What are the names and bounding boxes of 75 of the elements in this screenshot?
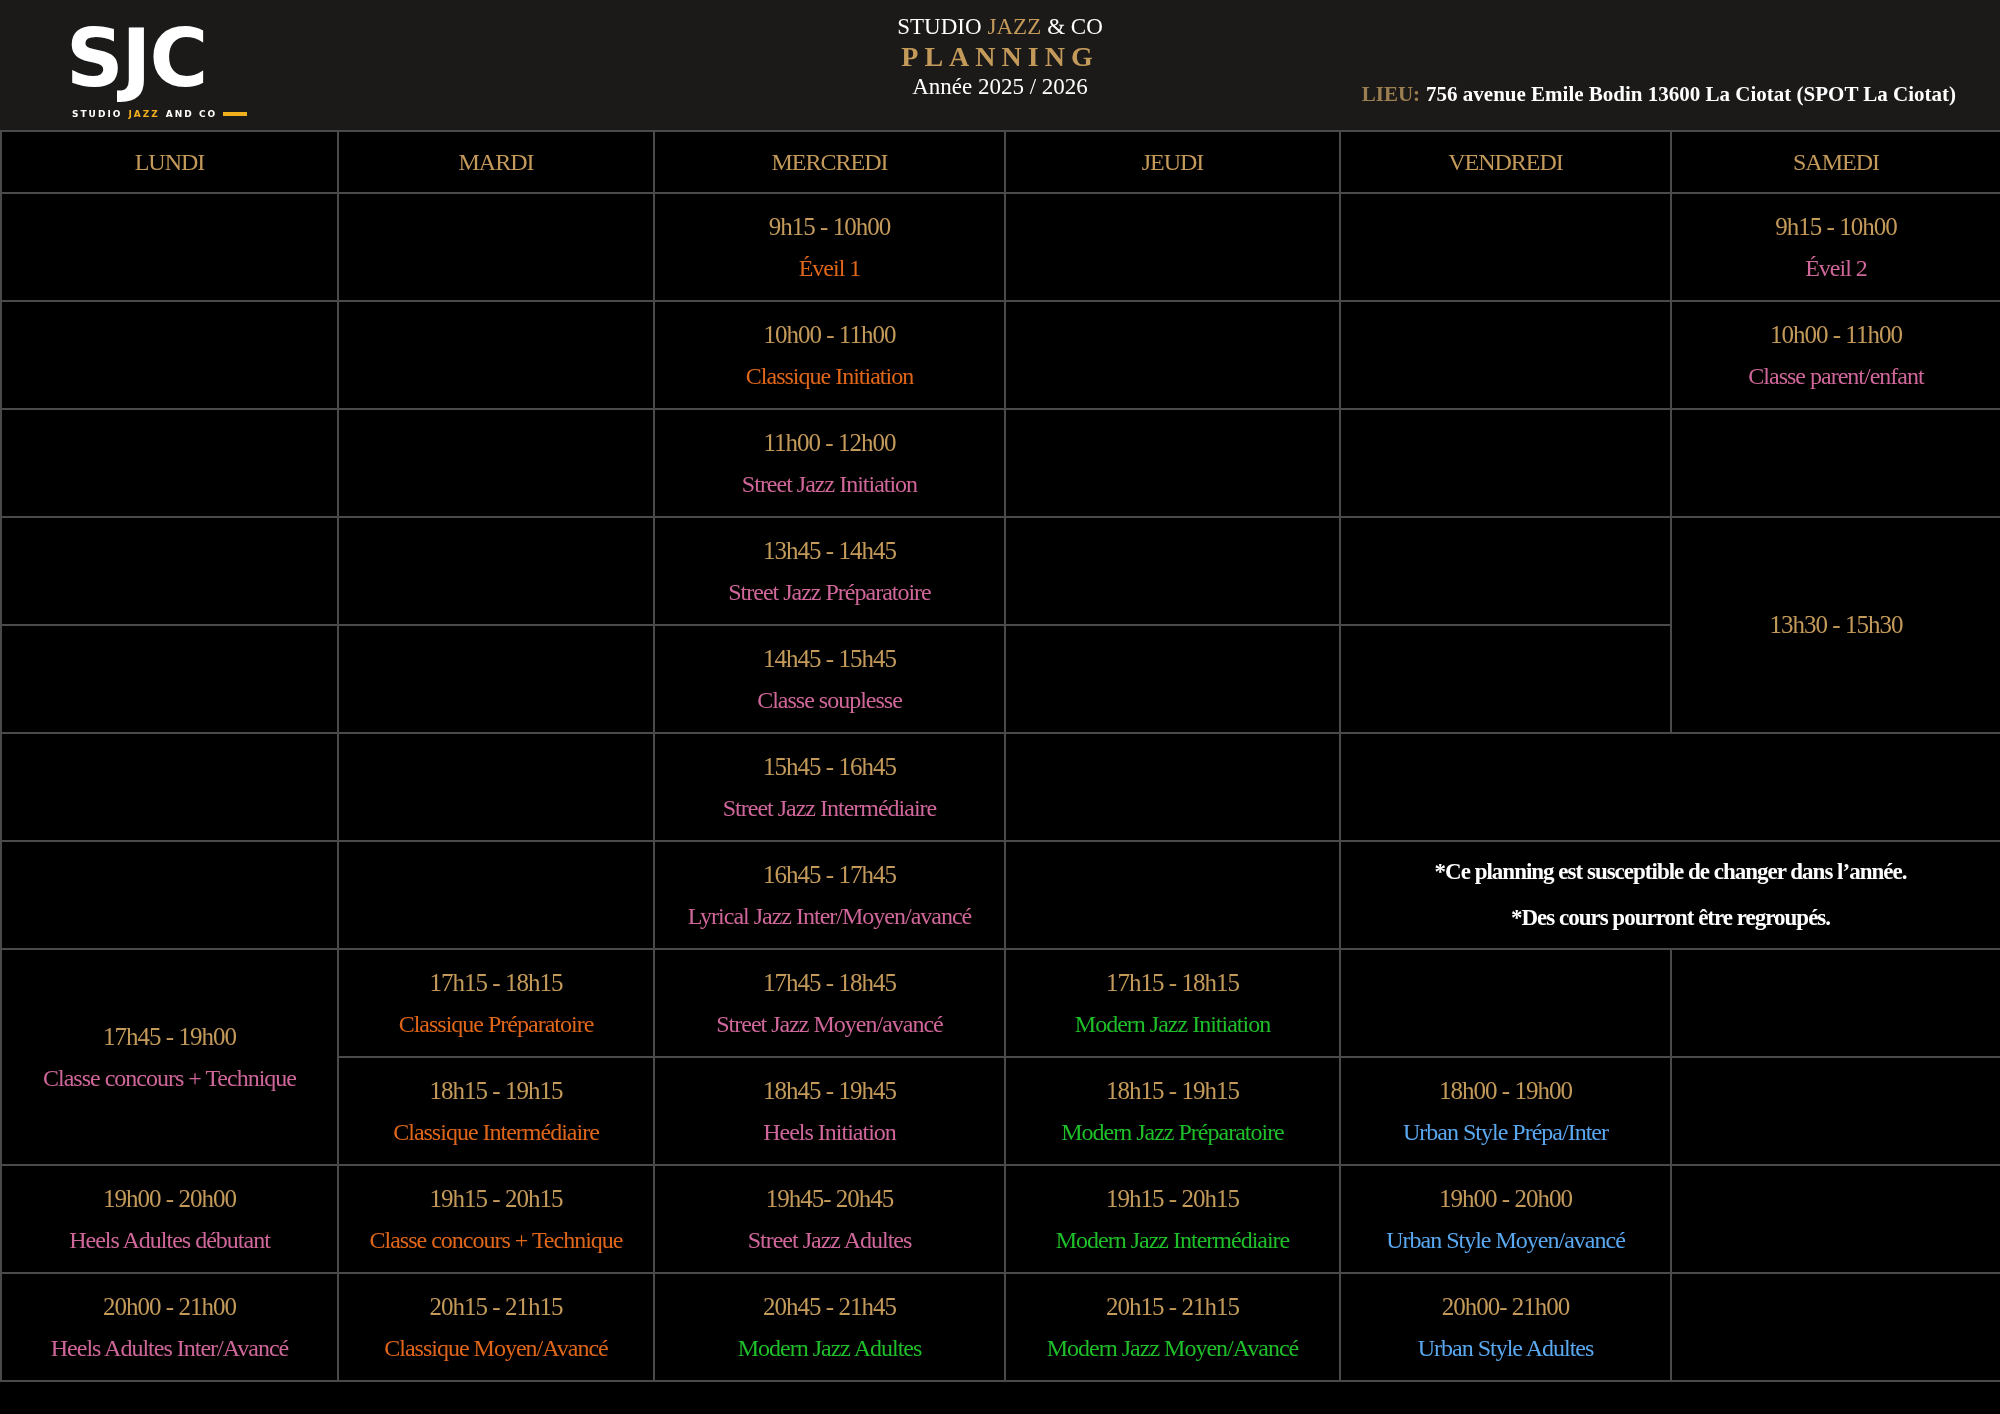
class-time: 13h30 - 15h30: [1769, 611, 1903, 638]
class-name: Street Jazz Initiation: [741, 470, 918, 498]
schedule-note: *Des cours pourront être regroupés.: [1509, 904, 1832, 932]
class-time: 19h15 - 20h15: [428, 1184, 564, 1213]
class-name: Éveil 1: [798, 254, 861, 282]
class-name: Heels Adultes débutant: [69, 1226, 270, 1254]
class-name: Classe concours + Technique: [369, 1226, 623, 1254]
class-time: 20h15 - 21h15: [428, 1292, 564, 1321]
day-header: MARDI: [338, 131, 654, 193]
class-name: Heels Initiation: [763, 1118, 896, 1146]
class-name: Classique Moyen/Avancé: [384, 1334, 608, 1362]
planning-heading: PLANNING: [901, 40, 1099, 74]
class-name: Street Jazz Préparatoire: [728, 578, 931, 606]
class-name: Classe souplesse: [757, 686, 902, 714]
class-time: 17h45 - 18h45: [762, 968, 897, 997]
class-time: 17h15 - 18h15: [1105, 968, 1240, 997]
logo-tagline-word: STUDIO: [72, 108, 123, 119]
class-time: 13h45 - 14h45: [762, 536, 897, 565]
class-name: Modern Jazz Adultes: [737, 1334, 922, 1362]
class-name: Lyrical Jazz Inter/Moyen/avancé: [687, 902, 972, 930]
class-name: Urban Style Adultes: [1417, 1334, 1594, 1362]
day-header: LUNDI: [1, 131, 338, 193]
day-header: JEUDI: [1005, 131, 1340, 193]
class-name: Éveil 2: [1805, 254, 1867, 282]
studio-title-word: JAZZ: [987, 14, 1042, 40]
class-name: Street Jazz Moyen/avancé: [716, 1010, 943, 1038]
day-header: SAMEDI: [1671, 131, 2000, 193]
logo-underline: [223, 111, 248, 116]
class-time: 17h45 - 19h00: [102, 1022, 237, 1051]
class-name: Urban Style Moyen/avancé: [1386, 1226, 1625, 1254]
class-name: Classique Intermédiaire: [393, 1118, 599, 1146]
location-label: LIEU:: [1361, 82, 1421, 107]
class-time: 18h15 - 19h15: [1105, 1076, 1240, 1105]
season-year: Année 2025 / 2026: [912, 74, 1088, 100]
day-header: VENDREDI: [1340, 131, 1671, 193]
class-time: 20h00 - 21h00: [102, 1292, 237, 1321]
class-time: 16h45 - 17h45: [762, 860, 897, 889]
class-name: Modern Jazz Intermédiaire: [1055, 1226, 1290, 1254]
class-time: 20h00- 21h00: [1440, 1292, 1571, 1321]
class-name: Classique Initiation: [745, 362, 914, 390]
studio-title-word: & CO: [1047, 14, 1103, 40]
class-time: 10h00 - 11h00: [1769, 320, 1903, 349]
studio-title-word: STUDIO: [897, 14, 982, 40]
class-name: Urban Style Prépa/Inter: [1403, 1118, 1608, 1146]
class-time: 15h45 - 16h45: [762, 752, 897, 781]
class-time: 17h15 - 18h15: [428, 968, 564, 997]
location-address: 756 avenue Emile Bodin 13600 La Ciotat (SPOT La Ciotat): [1426, 82, 1956, 107]
class-name: Heels Adultes Inter/Avancé: [50, 1334, 289, 1362]
class-time: 19h00 - 20h00: [102, 1184, 237, 1213]
logo-tagline-word: JAZZ: [128, 108, 160, 119]
class-time: 19h15 - 20h15: [1105, 1184, 1240, 1213]
class-time: 9h15 - 10h00: [1774, 212, 1898, 241]
class-name: Classe concours + Technique: [43, 1064, 296, 1092]
class-time: 18h00 - 19h00: [1438, 1076, 1573, 1105]
class-time: 19h00 - 20h00: [1438, 1184, 1573, 1213]
class-name: Modern Jazz Initiation: [1074, 1010, 1271, 1038]
logo-tagline-word: AND CO: [165, 108, 218, 119]
class-time: 19h45- 20h45: [764, 1184, 895, 1213]
class-name: Classe parent/enfant: [1748, 362, 1924, 390]
class-time: 18h45 - 19h45: [762, 1076, 897, 1105]
class-time: 11h00 - 12h00: [762, 428, 897, 457]
class-name: Modern Jazz Moyen/Avancé: [1046, 1334, 1299, 1362]
class-time: 20h15 - 21h15: [1105, 1292, 1240, 1321]
class-time: 14h45 - 15h45: [762, 644, 897, 673]
class-time: 20h45 - 21h45: [762, 1292, 897, 1321]
schedule-note: *Ce planning est susceptible de changer dans l’année.: [1433, 858, 1908, 886]
logo-letters: SJC: [66, 11, 208, 105]
class-name: Modern Jazz Préparatoire: [1061, 1118, 1284, 1146]
class-time: 9h15 - 10h00: [767, 212, 892, 241]
class-time: 10h00 - 11h00: [762, 320, 897, 349]
class-time: 18h15 - 19h15: [428, 1076, 564, 1105]
class-name: Street Jazz Adultes: [747, 1226, 912, 1254]
class-name: Street Jazz Intermédiaire: [722, 794, 937, 822]
day-header: MERCREDI: [654, 131, 1005, 193]
class-name: Classique Préparatoire: [398, 1010, 594, 1038]
